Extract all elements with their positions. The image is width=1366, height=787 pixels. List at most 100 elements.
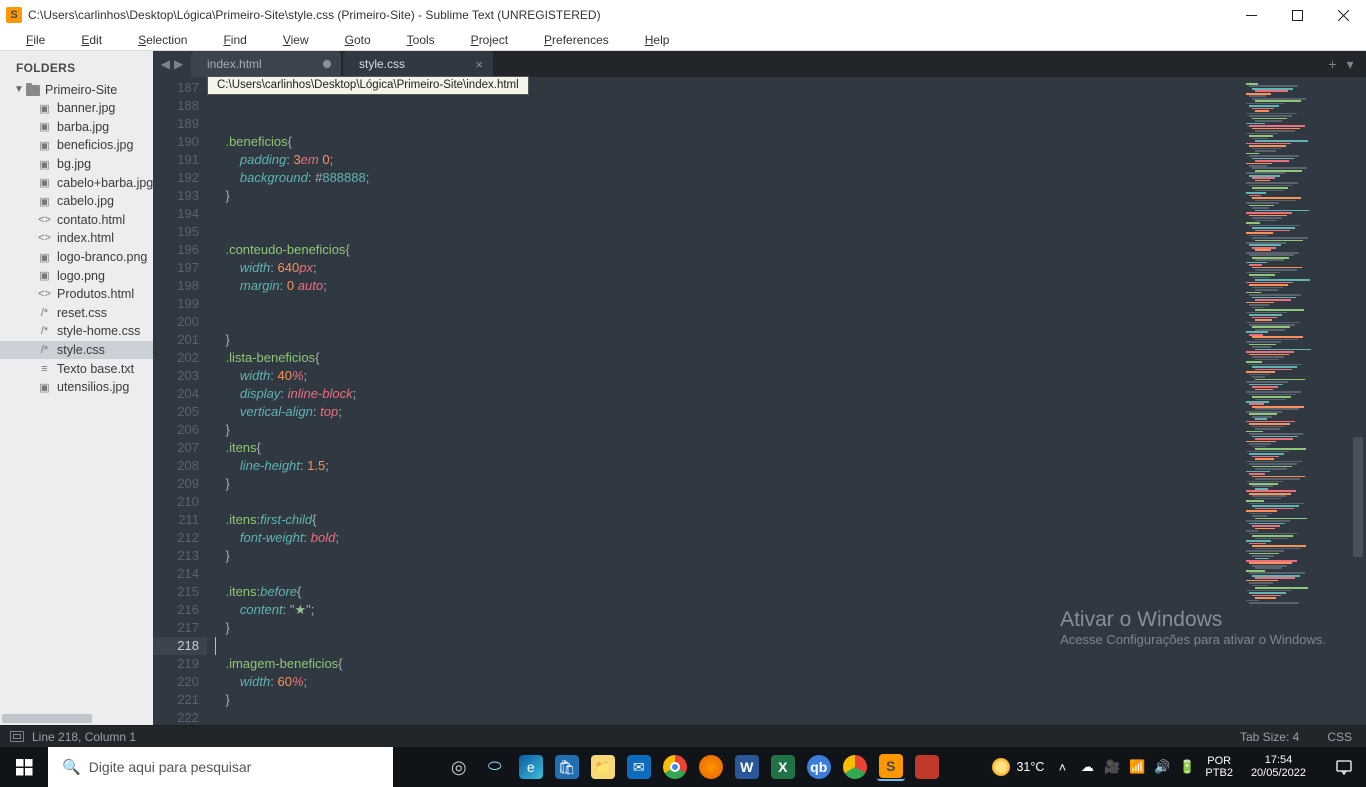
- folder-tree: ▼ Primeiro-Site ▣banner.jpg▣barba.jpg▣be…: [0, 81, 153, 711]
- file-type-icon: ▣: [36, 139, 53, 152]
- file-utensilios-jpg[interactable]: ▣ utensilios.jpg: [0, 378, 153, 397]
- file-Produtos-html[interactable]: <>Produtos.html: [0, 285, 153, 304]
- line-number-gutter[interactable]: 1871881891901911921931941951961971981992…: [153, 77, 207, 725]
- file-type-icon: /*: [36, 307, 53, 319]
- file-logo-branco-png[interactable]: ▣logo-branco.png: [0, 248, 153, 267]
- tab-history-nav[interactable]: ◀▶: [153, 51, 191, 77]
- file-type-icon: <>: [36, 214, 53, 226]
- taskbar-app-explorer[interactable]: 📁: [589, 753, 617, 781]
- code-area[interactable]: } .beneficios{ padding: 3em 0; backgroun…: [207, 77, 1240, 725]
- file-banner-jpg[interactable]: ▣banner.jpg: [0, 99, 153, 118]
- status-syntax[interactable]: CSS: [1327, 730, 1352, 744]
- wifi-icon[interactable]: 📶: [1129, 759, 1145, 775]
- file-label: logo.png: [57, 269, 105, 283]
- taskbar-app-firefox[interactable]: [697, 753, 725, 781]
- file-bg-jpg[interactable]: ▣bg.jpg: [0, 155, 153, 174]
- status-tab-size[interactable]: Tab Size: 4: [1240, 730, 1299, 744]
- taskbar-app-word[interactable]: W: [733, 753, 761, 781]
- file-label: style-home.css: [57, 324, 140, 338]
- panel-switcher-icon[interactable]: [10, 731, 24, 742]
- menu-goto[interactable]: Goto: [327, 31, 389, 49]
- file-type-icon: ▣: [36, 158, 53, 171]
- folder-icon: [26, 85, 40, 96]
- file-barba-jpg[interactable]: ▣barba.jpg: [0, 118, 153, 137]
- tab-overflow-button[interactable]: ▾: [1347, 56, 1354, 73]
- taskbar-app-qbittorrent[interactable]: qb: [805, 753, 833, 781]
- temperature: 31°C: [1016, 760, 1044, 774]
- file-type-icon: /*: [36, 344, 53, 356]
- file-label: utensilios.jpg: [57, 380, 129, 394]
- battery-icon[interactable]: 🔋: [1179, 759, 1195, 775]
- menu-preferences[interactable]: Preferences: [526, 31, 627, 49]
- file-type-icon: ▣: [36, 269, 53, 282]
- editor[interactable]: 1871881891901911921931941951961971981992…: [153, 77, 1366, 725]
- file-type-icon: /*: [36, 325, 53, 337]
- minimize-button[interactable]: [1228, 0, 1274, 30]
- file-label: Texto base.txt: [57, 362, 134, 376]
- status-cursor-position[interactable]: Line 218, Column 1: [32, 730, 136, 744]
- sidebar-horizontal-scrollbar[interactable]: [0, 711, 153, 725]
- taskbar-app-cluster: ◎ ⬭ e 🛍 📁 ✉ W X qb S: [393, 753, 992, 781]
- menu-selection[interactable]: Selection: [120, 31, 205, 49]
- tab-tooltip: C:\Users\carlinhos\Desktop\Lógica\Primei…: [207, 76, 529, 95]
- taskbar-app-excel[interactable]: X: [769, 753, 797, 781]
- file-type-icon: ▣: [36, 381, 53, 394]
- menu-help[interactable]: Help: [627, 31, 688, 49]
- volume-icon[interactable]: 🔊: [1154, 759, 1170, 775]
- taskbar-search[interactable]: 🔍 Digite aqui para pesquisar: [48, 747, 393, 787]
- taskbar-app-edge[interactable]: e: [517, 753, 545, 781]
- tab-index-html[interactable]: index.html: [191, 51, 341, 77]
- menu-view[interactable]: View: [265, 31, 327, 49]
- start-button[interactable]: [0, 747, 48, 787]
- meet-now-icon[interactable]: 🎥: [1104, 759, 1120, 775]
- maximize-button[interactable]: [1274, 0, 1320, 30]
- cortana-button[interactable]: ⬭: [481, 753, 509, 781]
- weather-widget[interactable]: 31°C: [992, 758, 1044, 776]
- close-button[interactable]: [1320, 0, 1366, 30]
- app-icon: S: [6, 7, 22, 23]
- file-label: index.html: [57, 231, 114, 245]
- file-contato-html[interactable]: <>contato.html: [0, 211, 153, 230]
- minimap[interactable]: [1240, 77, 1350, 725]
- disclosure-triangle-icon[interactable]: ▼: [14, 84, 24, 95]
- menu-edit[interactable]: Edit: [63, 31, 120, 49]
- file-type-icon: ▣: [36, 195, 53, 208]
- file-label: cabelo+barba.jpg: [57, 176, 153, 190]
- taskbar-app-mail[interactable]: ✉: [625, 753, 653, 781]
- file-index-html[interactable]: <>index.html: [0, 229, 153, 248]
- file-style-css[interactable]: /*style.css: [0, 341, 153, 360]
- task-view-button[interactable]: ◎: [445, 753, 473, 781]
- windows-taskbar: 🔍 Digite aqui para pesquisar ◎ ⬭ e 🛍 📁 ✉…: [0, 747, 1366, 787]
- file-beneficios-jpg[interactable]: ▣beneficios.jpg: [0, 136, 153, 155]
- taskbar-app-chrome[interactable]: [661, 753, 689, 781]
- window-titlebar: S C:\Users\carlinhos\Desktop\Lógica\Prim…: [0, 0, 1366, 30]
- action-center-button[interactable]: [1324, 747, 1364, 787]
- file-style-home-css[interactable]: /* style-home.css: [0, 322, 153, 341]
- file-reset-css[interactable]: /*reset.css: [0, 304, 153, 323]
- sidebar: FOLDERS ▼ Primeiro-Site ▣banner.jpg▣barb…: [0, 51, 153, 725]
- file-Texto-base-txt[interactable]: ≡Texto base.txt: [0, 359, 153, 378]
- taskbar-clock[interactable]: 17:54 20/05/2022: [1243, 754, 1314, 780]
- taskbar-app-other[interactable]: [913, 753, 941, 781]
- tab-style-css[interactable]: style.css ×: [343, 51, 493, 77]
- new-tab-button[interactable]: +: [1328, 56, 1336, 72]
- menu-find[interactable]: Find: [205, 31, 264, 49]
- taskbar-app-sublime[interactable]: S: [877, 753, 905, 781]
- sidebar-header: FOLDERS: [0, 51, 153, 81]
- file-logo-png[interactable]: ▣ logo.png: [0, 266, 153, 285]
- taskbar-app-store[interactable]: 🛍: [553, 753, 581, 781]
- onedrive-icon[interactable]: ☁: [1079, 759, 1095, 775]
- menu-project[interactable]: Project: [453, 31, 526, 49]
- vertical-scrollbar[interactable]: [1350, 77, 1366, 725]
- menu-file[interactable]: File: [8, 31, 63, 49]
- input-language[interactable]: POR PTB2: [1205, 755, 1233, 779]
- tab-label: index.html: [207, 57, 262, 71]
- taskbar-system-tray: 31°C ˄ ☁ 🎥 📶 🔊 🔋 POR PTB2 17:54 20/05/20…: [992, 747, 1366, 787]
- file-cabelo-jpg[interactable]: ▣cabelo.jpg: [0, 192, 153, 211]
- folder-primeiro-site[interactable]: ▼ Primeiro-Site: [0, 81, 153, 99]
- taskbar-app-chrome-canary[interactable]: [841, 753, 869, 781]
- close-icon[interactable]: ×: [475, 57, 483, 72]
- file-cabelo-barba-jpg[interactable]: ▣cabelo+barba.jpg: [0, 173, 153, 192]
- menu-tools[interactable]: Tools: [389, 31, 453, 49]
- tray-overflow-icon[interactable]: ˄: [1054, 760, 1070, 775]
